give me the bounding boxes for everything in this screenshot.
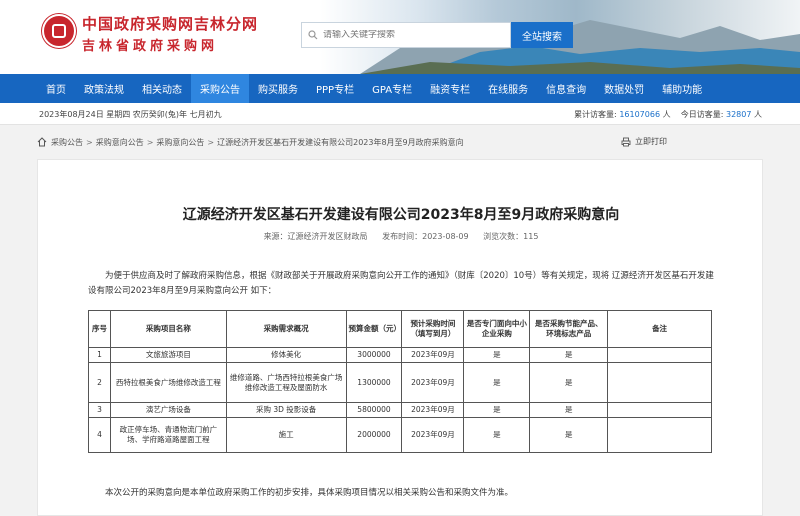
article-footer-note: 本次公开的采购意向是本单位政府采购工作的初步安排，具体采购项目情况以相关采购公告… [105, 488, 514, 498]
table-cell: 是 [463, 402, 531, 418]
table-cell: 3 [88, 402, 111, 418]
nav-item-online[interactable]: 在线服务 [479, 74, 537, 103]
table-cell: 1300000 [345, 362, 403, 403]
search-icon [308, 30, 318, 40]
nav-item-ppp[interactable]: PPP专栏 [307, 74, 363, 103]
nav-item-accessibility[interactable]: 辅助功能 [653, 74, 711, 103]
print-button[interactable]: 立即打印 [621, 136, 667, 147]
nav-item-news[interactable]: 相关动态 [133, 74, 191, 103]
procurement-table: 序号 采购项目名称 采购需求概况 预算金额（元） 预计采购时间（填写到月） 是否… [88, 310, 712, 453]
table-cell [607, 402, 712, 418]
article-views: 浏览次数：115 [483, 232, 539, 241]
home-icon [37, 137, 47, 147]
nav-item-gpa[interactable]: GPA专栏 [363, 74, 421, 103]
table-cell: 是 [463, 417, 531, 453]
table-cell: 2 [88, 362, 111, 403]
search-button[interactable]: 全站搜索 [511, 22, 573, 48]
site-subtitle: 吉林省政府采购网 [82, 39, 219, 54]
printer-icon [621, 137, 631, 146]
table-header: 序号 [88, 310, 111, 348]
visitor-counts: 累计访客量: 16107066 人 今日访客量: 32807 人 [574, 109, 762, 120]
nav-item-home[interactable]: 首页 [37, 74, 75, 103]
table-cell: 是 [529, 347, 609, 363]
site-title: 中国政府采购网吉林分网 [82, 15, 259, 33]
table-cell: 4 [88, 417, 111, 453]
breadcrumb-current[interactable]: 辽源经济开发区基石开发建设有限公司2023年8月至9月政府采购意向 [217, 137, 464, 148]
table-cell: 维修道路、广场西特拉根美食广场维修改造工程及屋面防水 [225, 362, 347, 403]
table-header: 采购项目名称 [109, 310, 227, 348]
search-input[interactable] [323, 30, 503, 40]
table-header-row: 序号 采购项目名称 采购需求概况 预算金额（元） 预计采购时间（填写到月） 是否… [88, 310, 712, 348]
table-cell: 是 [463, 347, 531, 363]
breadcrumb-item[interactable]: 采购意向公告 [96, 137, 144, 148]
main-nav: 首页 政策法规 相关动态 采购公告 购买服务 PPP专栏 GPA专栏 融资专栏 … [0, 74, 800, 103]
table-cell: 1 [88, 347, 111, 363]
nav-item-finance[interactable]: 融资专栏 [421, 74, 479, 103]
nav-item-penalty[interactable]: 数据处罚 [595, 74, 653, 103]
table-cell [607, 362, 712, 403]
table-cell: 2000000 [345, 417, 403, 453]
today-visitors-label: 今日访客量: [680, 110, 724, 119]
article-meta: 来源：辽源经济开发区财政局 发布时间：2023-08-09 浏览次数：115 [38, 231, 764, 242]
emblem-logo[interactable] [42, 14, 76, 48]
table-cell: 2023年09月 [401, 347, 465, 363]
table-cell: 2023年09月 [401, 417, 465, 453]
table-cell: 是 [529, 362, 609, 403]
article-panel: 辽源经济开发区基石开发建设有限公司2023年8月至9月政府采购意向 来源：辽源经… [37, 159, 763, 516]
table-header: 预算金额（元） [345, 310, 403, 348]
table-header: 备注 [607, 310, 712, 348]
breadcrumb-item[interactable]: 采购公告 [51, 137, 83, 148]
breadcrumb: 采购公告 > 采购意向公告 > 采购意向公告 > 辽源经济开发区基石开发建设有限公司2… [37, 131, 763, 153]
table-cell [607, 347, 712, 363]
table-cell: 采购 3D 投影设备 [225, 402, 347, 418]
table-header: 预计采购时间（填写到月） [401, 310, 465, 348]
breadcrumb-item[interactable]: 采购意向公告 [156, 137, 204, 148]
article-source: 来源：辽源经济开发区财政局 [263, 232, 368, 241]
table-cell: 5800000 [345, 402, 403, 418]
info-bar: 2023年08月24日 星期四 农历癸卯(兔)年 七月初九 累计访客量: 161… [0, 103, 800, 125]
article-title: 辽源经济开发区基石开发建设有限公司2023年8月至9月政府采购意向 [182, 207, 620, 223]
table-header: 采购需求概况 [225, 310, 347, 348]
table-header: 是否采购节能产品、环境标志产品 [529, 310, 609, 348]
nav-item-query[interactable]: 信息查询 [537, 74, 595, 103]
breadcrumb-separator: > [86, 137, 93, 147]
table-cell: 是 [463, 362, 531, 403]
total-visitors-unit: 人 [662, 110, 671, 119]
print-label: 立即打印 [635, 137, 667, 146]
breadcrumb-separator: > [207, 137, 215, 147]
table-row: 2 西特拉根美食广场维修改造工程 维修道路、广场西特拉根美食广场维修改造工程及屋… [88, 362, 712, 403]
total-visitors-value: 16107066 [619, 110, 661, 119]
table-cell: 政正停车场、青通物流门前广场、学府路道路屋面工程 [109, 417, 227, 453]
table-row: 3 演艺广场设备 采购 3D 投影设备 5800000 2023年09月 是 是 [88, 402, 712, 418]
nav-item-services[interactable]: 购买服务 [249, 74, 307, 103]
nav-item-announcements[interactable]: 采购公告 [191, 74, 249, 103]
today-visitors-unit: 人 [754, 110, 762, 119]
table-cell: 3000000 [345, 347, 403, 363]
table-cell: 西特拉根美食广场维修改造工程 [109, 362, 227, 403]
table-header: 是否专门面向中小企业采购 [463, 310, 531, 348]
table-cell: 是 [529, 417, 609, 453]
search-box [301, 22, 511, 48]
site-header: 中国政府采购网吉林分网 吉林省政府采购网 全站搜索 [0, 0, 800, 74]
table-cell [607, 417, 712, 453]
table-cell: 演艺广场设备 [109, 402, 227, 418]
table-cell: 文旅旅游项目 [109, 347, 227, 363]
table-cell: 2023年09月 [401, 362, 465, 403]
table-cell: 2023年09月 [401, 402, 465, 418]
total-visitors-label: 累计访客量: [574, 110, 617, 119]
table-cell: 是 [529, 402, 609, 418]
table-cell: 施工 [225, 417, 347, 453]
nav-item-policy[interactable]: 政策法规 [75, 74, 133, 103]
article-publish-time: 发布时间：2023-08-09 [382, 232, 469, 241]
table-row: 4 政正停车场、青通物流门前广场、学府路道路屋面工程 施工 2000000 20… [88, 417, 712, 453]
table-cell: 修体美化 [225, 347, 347, 363]
table-row: 1 文旅旅游项目 修体美化 3000000 2023年09月 是 是 [88, 347, 712, 363]
breadcrumb-separator: > [146, 137, 154, 147]
article-intro: 为便于供应商及时了解政府采购信息，根据《财政部关于开展政府采购意向公开工作的通知… [88, 271, 714, 296]
today-visitors-value: 32807 [726, 110, 752, 119]
current-date: 2023年08月24日 星期四 农历癸卯(兔)年 七月初九 [39, 110, 222, 119]
